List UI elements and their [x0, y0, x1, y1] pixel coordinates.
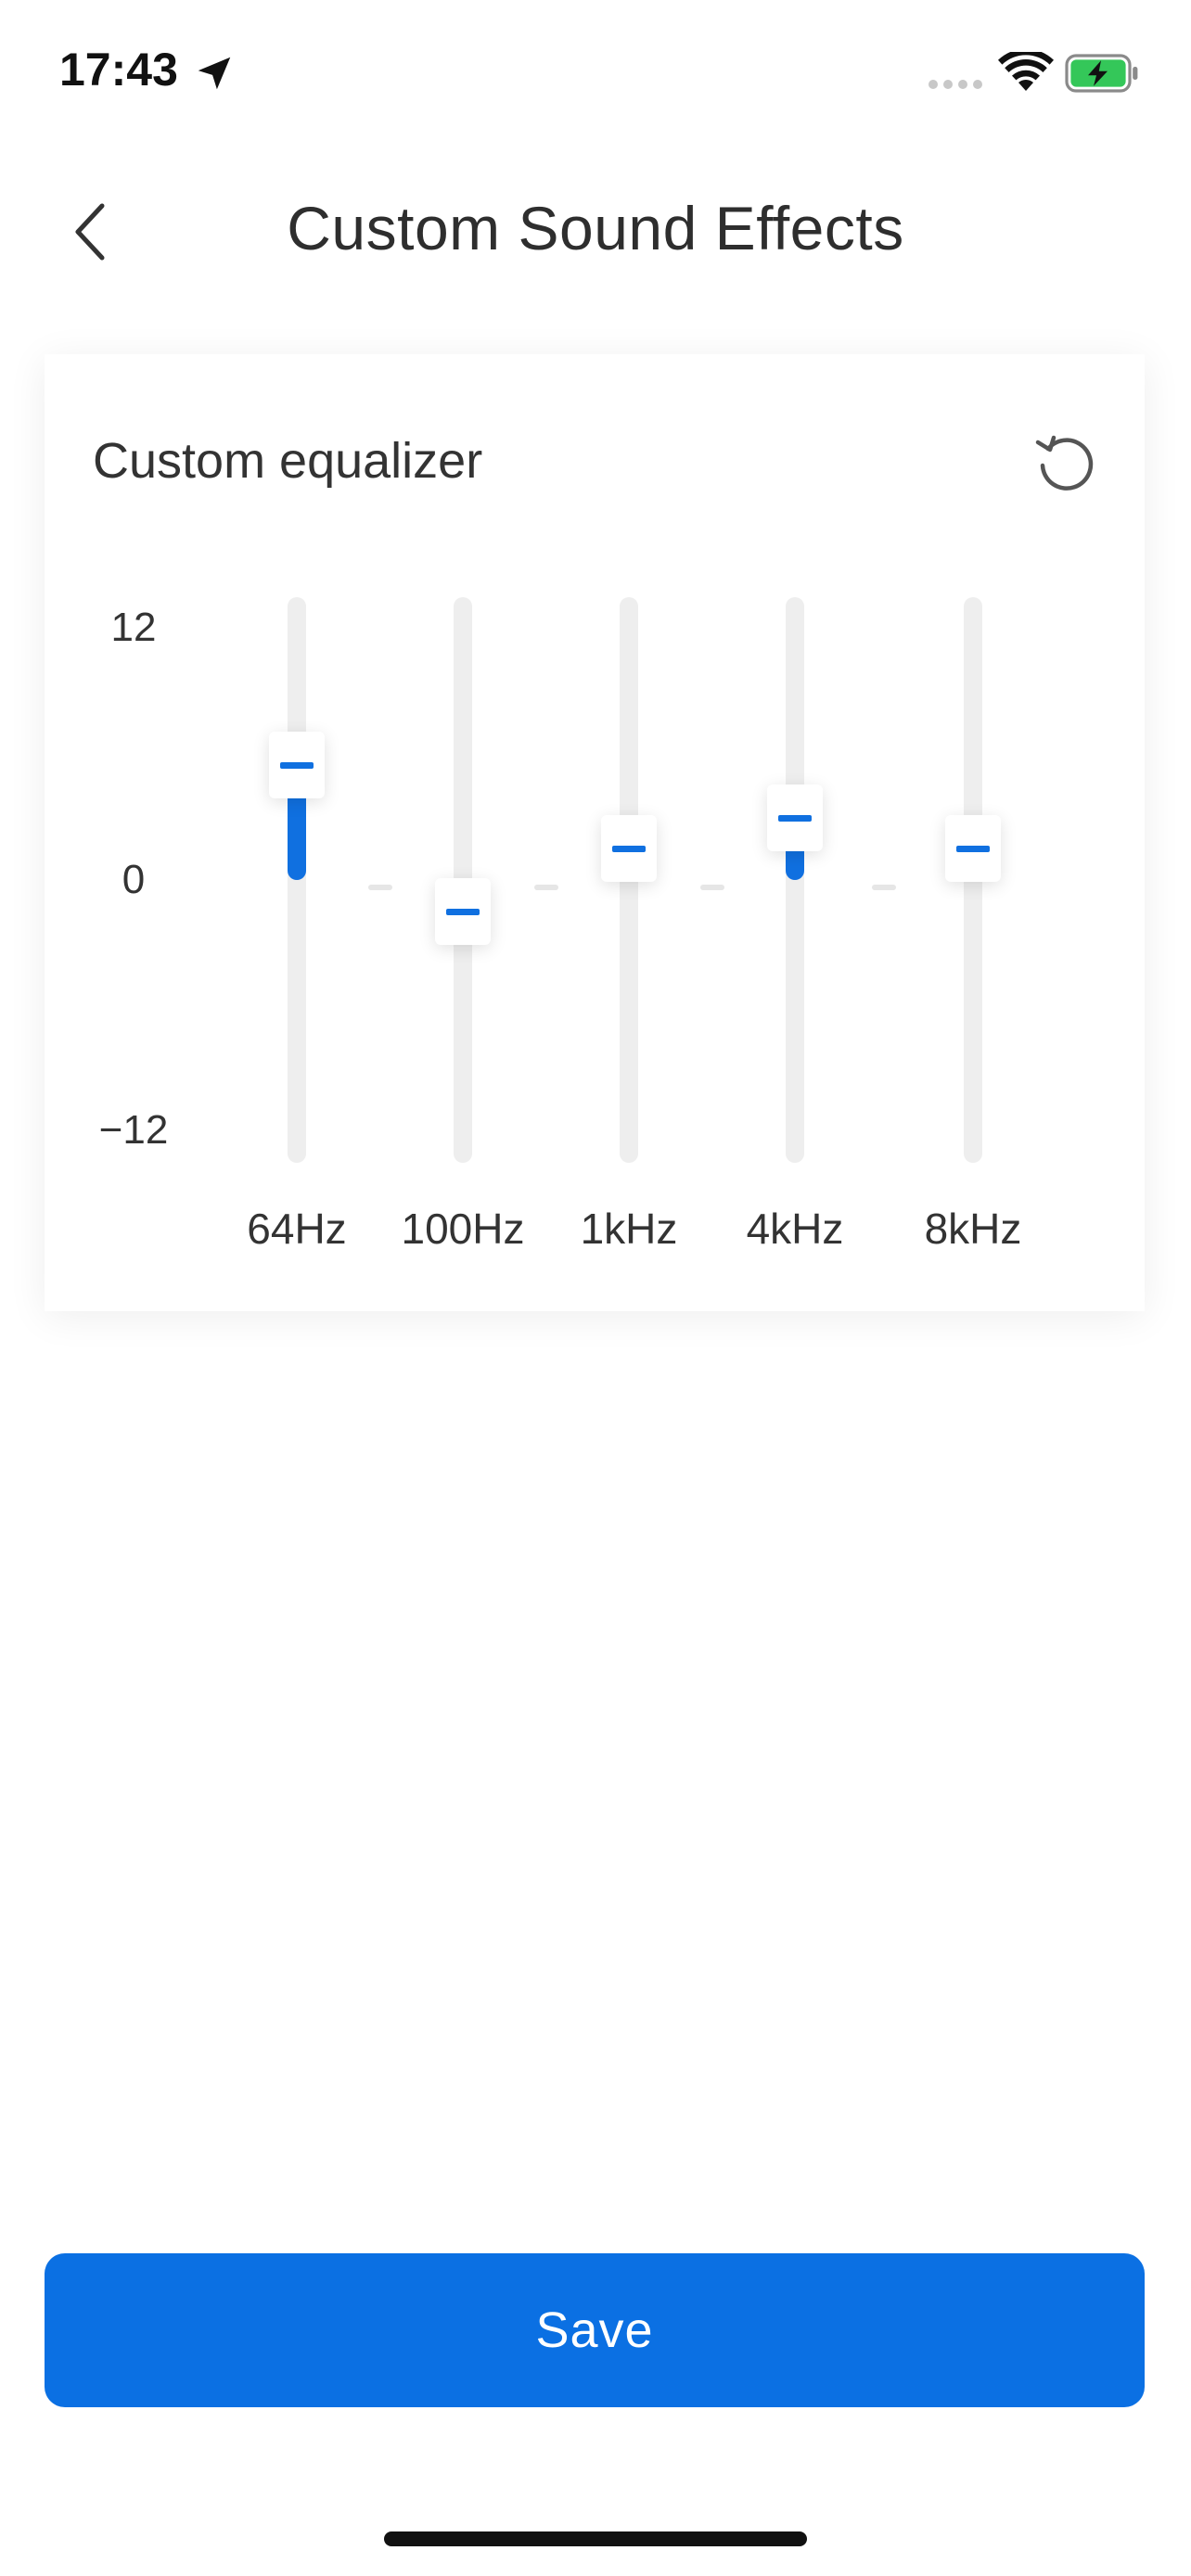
equalizer-title: Custom equalizer — [93, 433, 483, 489]
zero-line-dash — [872, 885, 896, 890]
slider-handle[interactable] — [435, 877, 491, 945]
eq-slider-64hz[interactable] — [223, 597, 371, 1172]
slider-handle[interactable] — [601, 815, 657, 883]
signal-icon — [928, 80, 982, 89]
reset-button[interactable] — [1028, 425, 1102, 499]
location-arrow-icon — [198, 57, 231, 90]
status-bar: 17:43 — [0, 0, 1191, 139]
save-button[interactable]: Save — [45, 2253, 1145, 2407]
band-label: 4kHz — [746, 1205, 844, 1253]
battery-charging-icon — [1065, 54, 1138, 93]
wifi-icon — [998, 52, 1054, 91]
axis-label-max: 12 — [110, 605, 157, 650]
status-time: 17:43 — [59, 44, 178, 96]
reset-icon — [1035, 435, 1094, 491]
slider-track[interactable] — [288, 597, 306, 1163]
home-indicator — [384, 2531, 807, 2546]
band-label: 8kHz — [924, 1205, 1022, 1253]
slider-track[interactable] — [786, 597, 804, 1163]
slider-handle[interactable] — [945, 815, 1001, 883]
slider-handle[interactable] — [767, 784, 823, 851]
page-title: Custom Sound Effects — [287, 194, 904, 262]
slider-handle[interactable] — [269, 732, 325, 799]
eq-slider-100hz[interactable] — [389, 597, 537, 1172]
nav-bar: Custom Sound Effects — [0, 167, 1191, 287]
eq-slider-8khz[interactable] — [899, 597, 1047, 1172]
equalizer-card: Custom equalizer 12 0 −12 64Hz 100Hz 1kHz 4… — [45, 354, 1145, 1311]
eq-slider-1khz[interactable] — [555, 597, 703, 1172]
eq-slider-4khz[interactable] — [721, 597, 869, 1172]
axis-label-min: −12 — [98, 1107, 169, 1153]
axis-label-zero: 0 — [122, 857, 146, 902]
